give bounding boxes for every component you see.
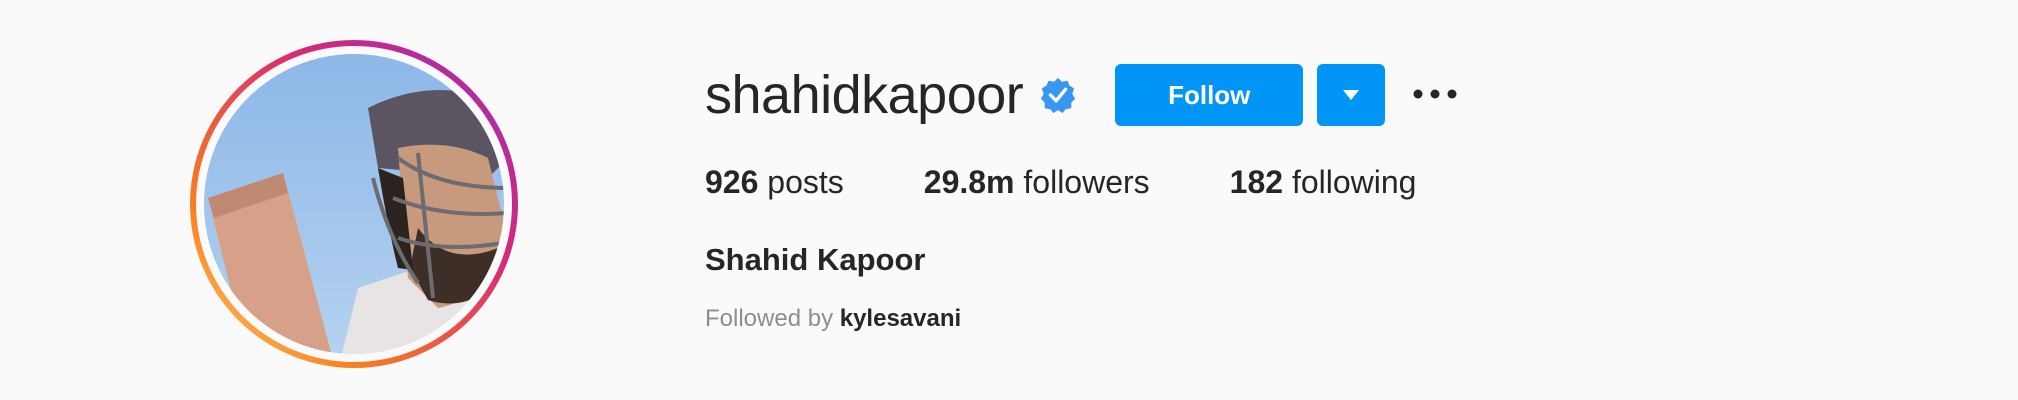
followed-by-user[interactable]: kylesavani <box>840 305 961 332</box>
profile-stats: 926 posts 29.8m followers 182 following <box>705 162 1905 202</box>
username: shahidkapoor <box>705 65 1024 125</box>
stat-count: 926 <box>705 164 759 200</box>
more-options-icon <box>1413 86 1457 104</box>
profile-actions-row: shahidkapoor Follow <box>705 60 1905 130</box>
suggestions-dropdown-button[interactable] <box>1317 64 1386 126</box>
followed-by[interactable]: Followed by kylesavani <box>705 304 1905 334</box>
profile-header: shahidkapoor Follow 926 posts 29.8m foll… <box>0 0 2018 400</box>
stat-count: 29.8m <box>923 164 1015 200</box>
stat-label: followers <box>1023 164 1150 200</box>
verified-badge-icon <box>1039 76 1077 114</box>
stat-followers[interactable]: 29.8m followers <box>924 162 1150 202</box>
stat-posts: 926 posts <box>705 162 844 202</box>
stat-label: posts <box>767 164 844 200</box>
avatar[interactable] <box>188 38 520 370</box>
profile-photo <box>190 40 518 368</box>
stat-count: 182 <box>1229 164 1284 200</box>
more-options-button[interactable] <box>1411 75 1459 115</box>
followed-by-prefix: Followed by <box>705 305 834 332</box>
stat-following[interactable]: 182 following <box>1230 162 1417 202</box>
follow-button[interactable]: Follow <box>1115 64 1304 126</box>
stat-label: following <box>1291 164 1417 200</box>
profile-info: shahidkapoor Follow 926 posts 29.8m foll… <box>705 60 1905 334</box>
caret-down-icon <box>1343 88 1360 103</box>
full-name: Shahid Kapoor <box>705 242 926 277</box>
